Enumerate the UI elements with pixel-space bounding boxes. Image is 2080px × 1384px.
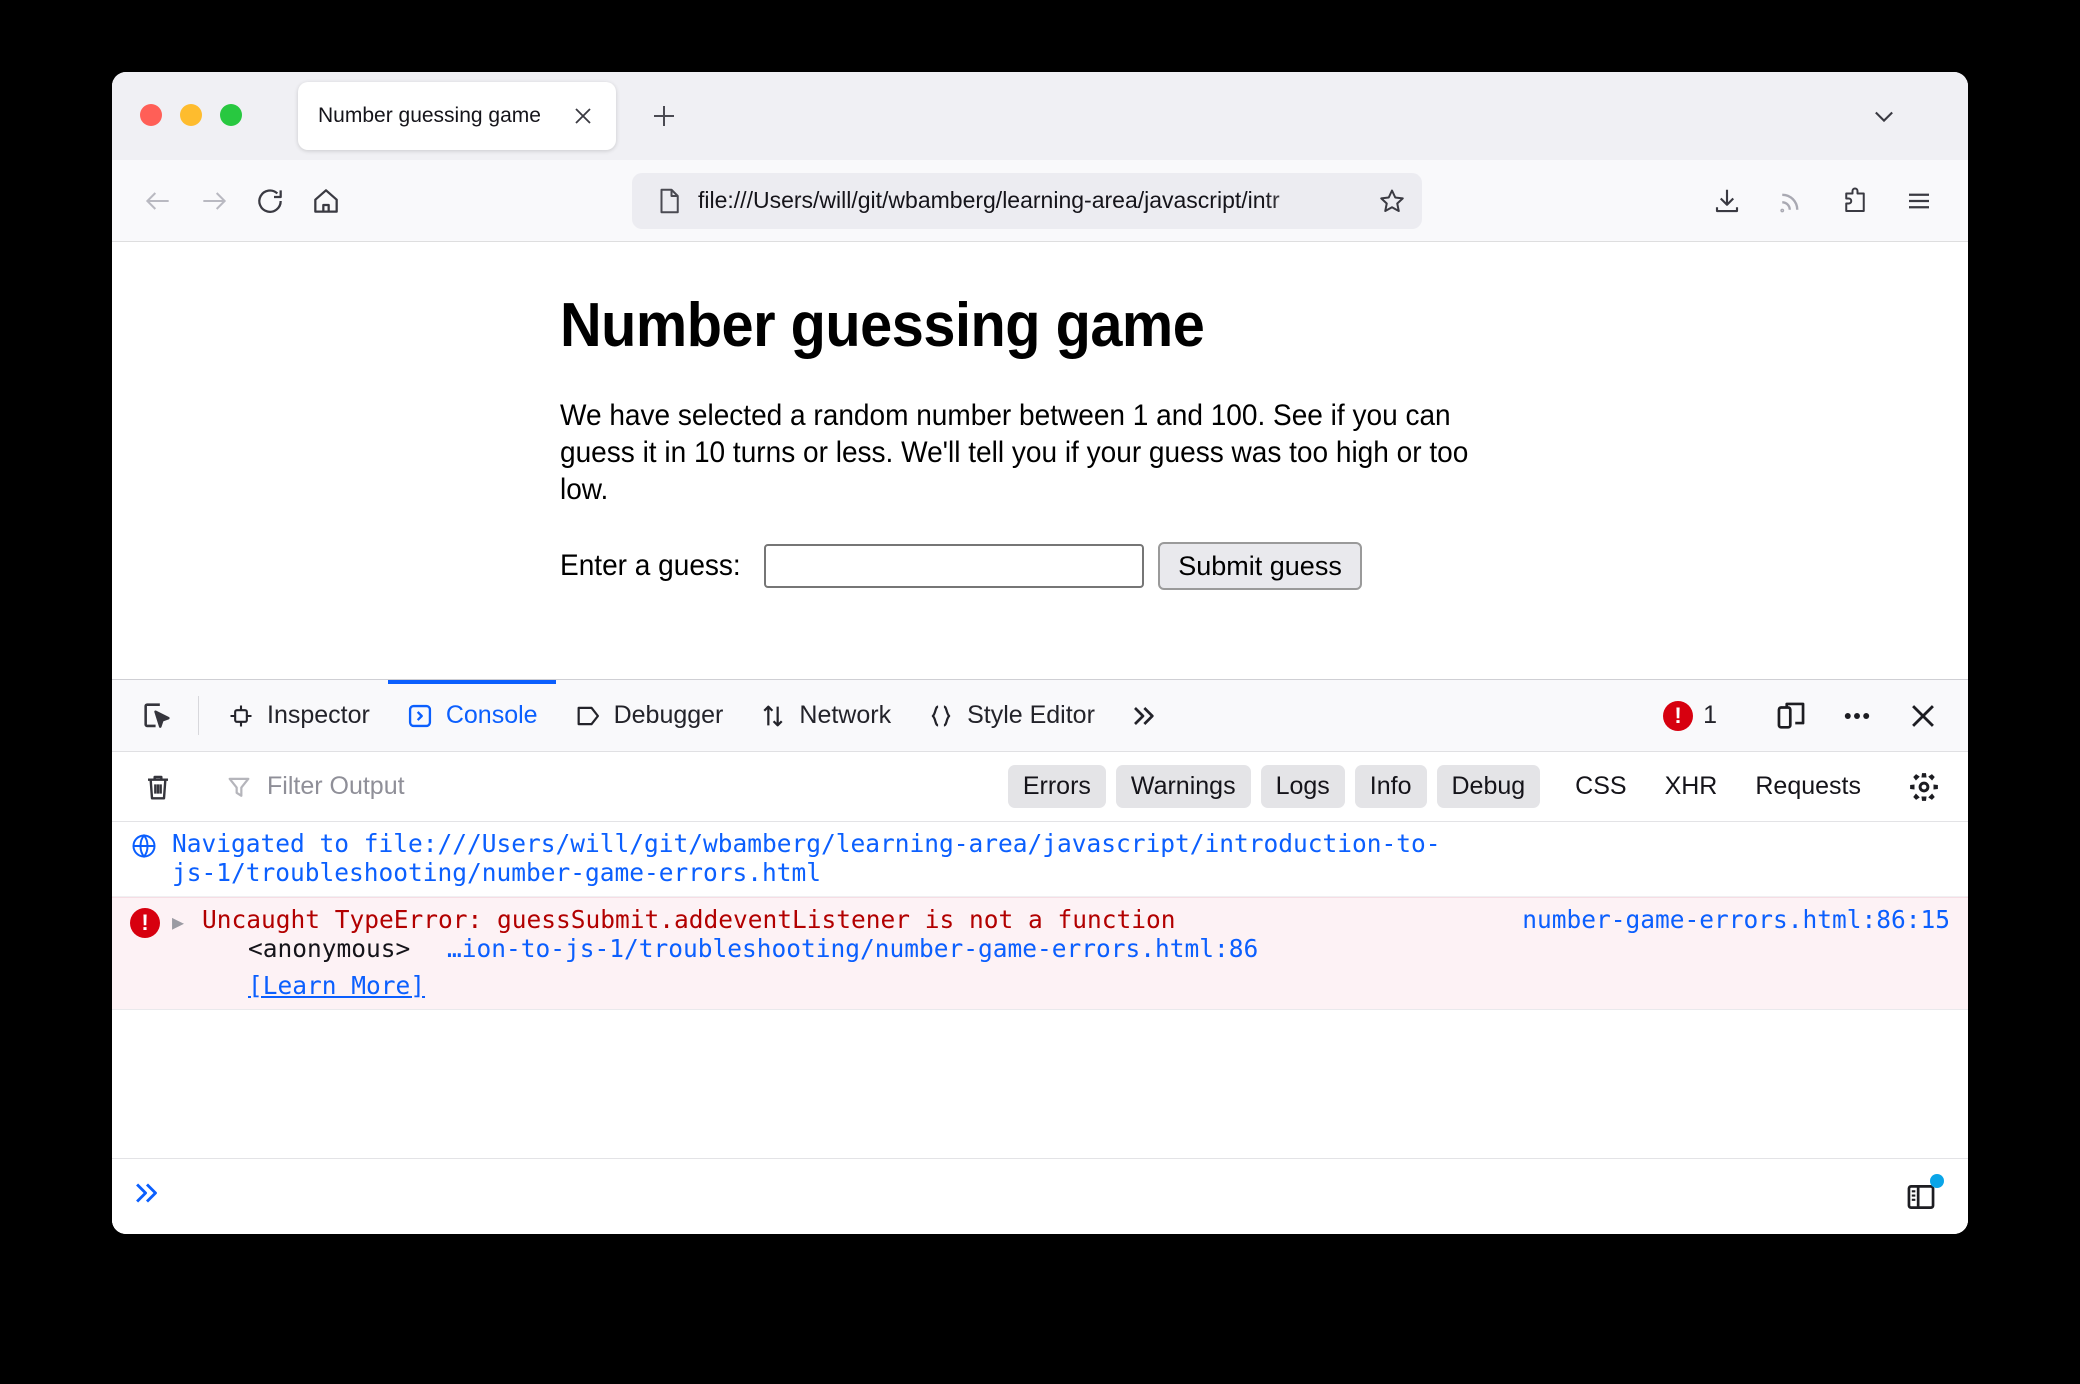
console-output[interactable]: Navigated to file:///Users/will/git/wbam… bbox=[112, 822, 1968, 1158]
stack-frame-location[interactable]: …ion-to-js-1/troubleshooting/number-game… bbox=[425, 934, 1258, 963]
filter-output-field[interactable] bbox=[207, 771, 1008, 802]
close-window-button[interactable] bbox=[140, 104, 162, 126]
page-title: Number guessing game bbox=[560, 291, 1205, 360]
home-icon[interactable] bbox=[298, 173, 354, 229]
window-traffic-lights bbox=[140, 104, 242, 126]
tab-inspector-label: Inspector bbox=[267, 701, 370, 729]
responsive-design-mode-icon[interactable] bbox=[1762, 687, 1820, 745]
learn-more-link[interactable]: [Learn More] bbox=[202, 964, 425, 1001]
navigation-toolbar: file:///Users/will/git/wbamberg/learning… bbox=[112, 160, 1968, 242]
filter-button-requests[interactable]: Requests bbox=[1741, 765, 1875, 808]
filter-pill-errors[interactable]: Errors bbox=[1007, 765, 1106, 808]
filter-input[interactable] bbox=[265, 771, 1008, 802]
address-bar[interactable]: file:///Users/will/git/wbamberg/learning… bbox=[632, 172, 1422, 229]
close-devtools-icon[interactable] bbox=[1894, 687, 1952, 745]
toolbar-actions bbox=[1700, 174, 1946, 228]
filter-pill-logs[interactable]: Logs bbox=[1260, 765, 1345, 808]
expand-triangle-icon[interactable]: ▶ bbox=[172, 906, 202, 1001]
console-filter-bar: Errors Warnings Logs Info Debug CSS XHR … bbox=[112, 752, 1968, 822]
error-circle-icon: ! bbox=[130, 906, 172, 1001]
error-circle-icon: ! bbox=[1663, 700, 1694, 731]
braces-icon bbox=[927, 702, 955, 730]
guess-input[interactable] bbox=[764, 544, 1145, 589]
tab-title: Number guessing game bbox=[318, 104, 541, 127]
filter-pill-warnings[interactable]: Warnings bbox=[1115, 765, 1251, 808]
close-icon[interactable] bbox=[568, 101, 598, 131]
devtools-tab-list: Inspector Console Debugger Network Style… bbox=[209, 680, 1173, 751]
tab-network[interactable]: Network bbox=[741, 680, 909, 751]
tab-style-editor[interactable]: Style Editor bbox=[909, 680, 1113, 751]
tab-network-label: Network bbox=[799, 701, 892, 729]
desktop-backdrop: Number guessing game file:///Users/will/… bbox=[0, 0, 2080, 1384]
tab-console[interactable]: Console bbox=[387, 680, 556, 751]
error-source-link[interactable]: number-game-errors.html:86:15 bbox=[1502, 905, 1950, 935]
devtools-toolbar-actions: ! 1 bbox=[1655, 680, 1952, 751]
trash-icon[interactable] bbox=[130, 759, 186, 815]
console-message-navigation[interactable]: Navigated to file:///Users/will/git/wbam… bbox=[112, 822, 1968, 897]
tab-inspector[interactable]: Inspector bbox=[209, 680, 388, 751]
tab-debugger[interactable]: Debugger bbox=[556, 680, 742, 751]
puzzle-piece-icon[interactable] bbox=[1828, 174, 1882, 228]
filter-pill-info[interactable]: Info bbox=[1354, 765, 1427, 808]
download-icon[interactable] bbox=[1700, 174, 1754, 228]
gear-icon[interactable] bbox=[1896, 759, 1952, 815]
guess-form: Enter a guess: Submit guess bbox=[560, 542, 1968, 591]
console-filter-pills: Errors Warnings Logs Info Debug bbox=[1007, 765, 1541, 808]
console-filter-plain-buttons: CSS XHR Requests bbox=[1561, 765, 1875, 808]
reload-icon[interactable] bbox=[242, 173, 298, 229]
tab-console-label: Console bbox=[445, 701, 538, 729]
url-text[interactable]: file:///Users/will/git/wbamberg/learning… bbox=[698, 187, 1370, 214]
error-message-body: Uncaught TypeError: guessSubmit.addevent… bbox=[202, 905, 1950, 1001]
navigation-message-line1: Navigated to file:///Users/will/git/wbam… bbox=[172, 829, 1441, 858]
devtools-toolbar: Inspector Console Debugger Network Style… bbox=[112, 680, 1968, 752]
tab-style-editor-label: Style Editor bbox=[967, 701, 1095, 729]
console-message-error[interactable]: ! ▶ Uncaught TypeError: guessSubmit.adde… bbox=[112, 896, 1968, 1010]
globe-icon bbox=[130, 830, 172, 888]
tab-debugger-label: Debugger bbox=[613, 701, 724, 729]
element-picker-icon[interactable] bbox=[126, 680, 188, 751]
hamburger-menu-icon[interactable] bbox=[1892, 174, 1946, 228]
console-chevron-icon bbox=[406, 702, 434, 730]
submit-guess-button[interactable]: Submit guess bbox=[1158, 542, 1362, 591]
more-options-icon[interactable] bbox=[1828, 687, 1886, 745]
error-count-label: 1 bbox=[1703, 701, 1717, 729]
navigation-message-line2: js-1/troubleshooting/number-game-errors.… bbox=[172, 857, 822, 887]
chevrons-right-icon bbox=[130, 1176, 164, 1218]
debugger-icon bbox=[574, 702, 602, 730]
inspector-icon bbox=[227, 702, 255, 730]
arrow-left-icon[interactable] bbox=[130, 173, 186, 229]
rss-icon[interactable] bbox=[1764, 174, 1818, 228]
url-bar-container: file:///Users/will/git/wbamberg/learning… bbox=[354, 172, 1700, 229]
document-icon bbox=[654, 186, 684, 216]
browser-tab[interactable]: Number guessing game bbox=[298, 82, 616, 150]
filter-button-xhr[interactable]: XHR bbox=[1651, 765, 1732, 808]
toolbar-divider bbox=[198, 696, 199, 735]
filter-pill-debug[interactable]: Debug bbox=[1436, 765, 1541, 808]
page-content: Number guessing game We have selected a … bbox=[112, 242, 1968, 679]
star-icon[interactable] bbox=[1370, 179, 1414, 223]
zoom-window-button[interactable] bbox=[220, 104, 242, 126]
console-input-prompt[interactable] bbox=[112, 1158, 1968, 1234]
funnel-icon bbox=[225, 773, 253, 801]
guess-label: Enter a guess: bbox=[560, 549, 741, 583]
stack-frame-function: <anonymous> bbox=[248, 933, 411, 963]
chevrons-right-icon[interactable] bbox=[1113, 680, 1173, 751]
list-all-tabs-button[interactable] bbox=[1862, 94, 1906, 138]
filter-button-css[interactable]: CSS bbox=[1561, 765, 1640, 808]
new-tab-button[interactable] bbox=[642, 94, 686, 138]
devtools-panel: Inspector Console Debugger Network Style… bbox=[112, 679, 1968, 1234]
page-paragraph: We have selected a random number between… bbox=[560, 399, 1469, 507]
error-stack-frame: <anonymous> …ion-to-js-1/troubleshooting… bbox=[202, 928, 1258, 963]
navigation-message-body: Navigated to file:///Users/will/git/wbam… bbox=[172, 829, 1954, 888]
split-console-editor-icon[interactable] bbox=[1896, 1172, 1946, 1222]
error-count-badge[interactable]: ! 1 bbox=[1655, 700, 1725, 731]
arrow-right-icon[interactable] bbox=[186, 173, 242, 229]
browser-window: Number guessing game file:///Users/will/… bbox=[112, 72, 1968, 1234]
minimize-window-button[interactable] bbox=[180, 104, 202, 126]
network-arrows-icon bbox=[759, 702, 787, 730]
tab-strip: Number guessing game bbox=[112, 72, 1968, 160]
editor-status-dot bbox=[1930, 1173, 1944, 1188]
